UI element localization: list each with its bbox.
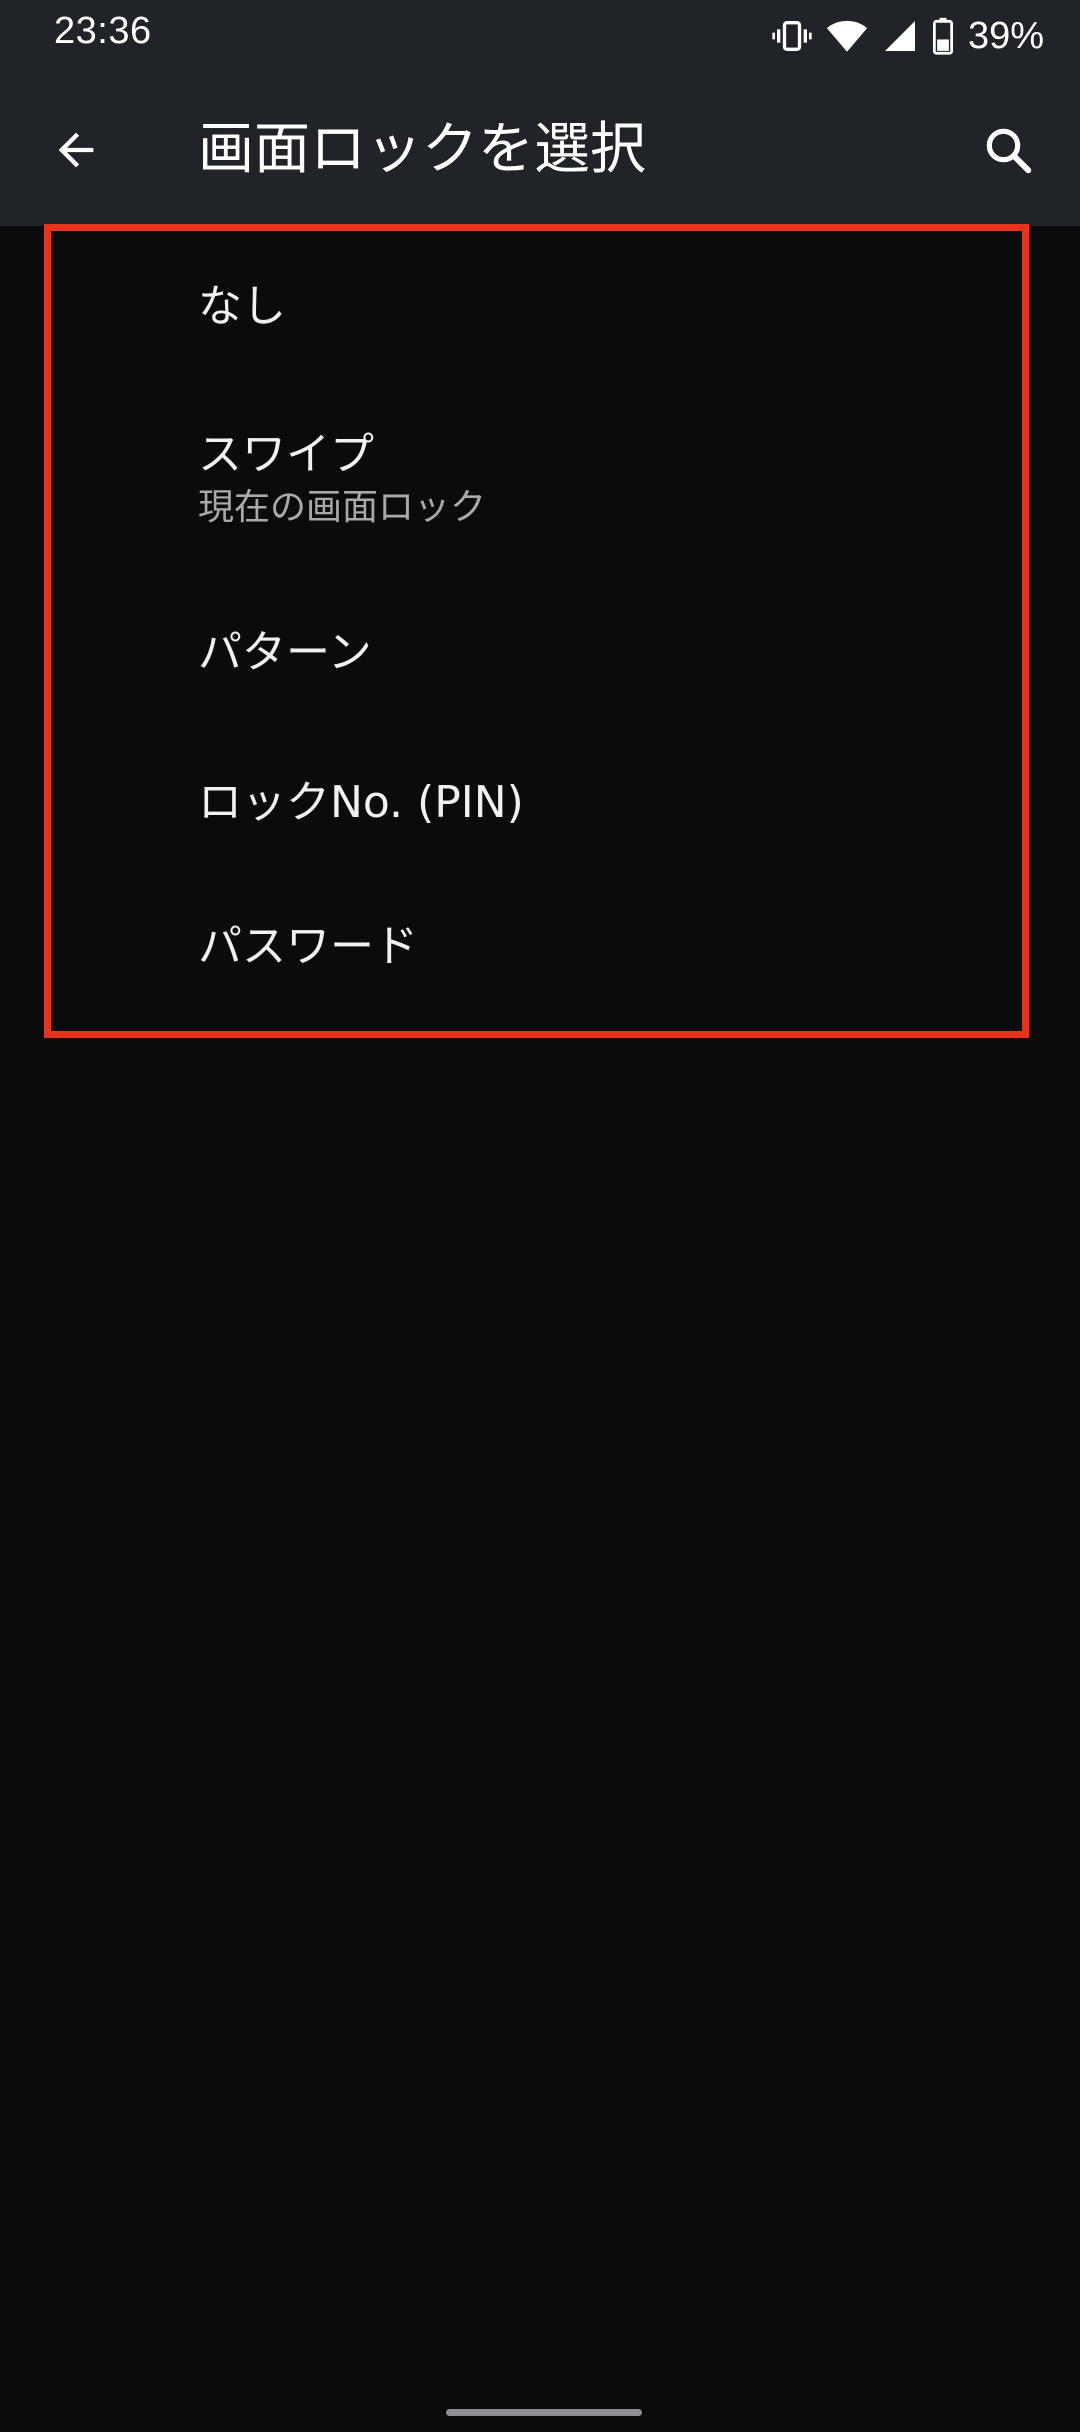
battery-icon xyxy=(932,17,954,55)
status-icons: 39% xyxy=(772,12,1044,60)
search-icon xyxy=(981,123,1035,181)
search-button[interactable] xyxy=(968,112,1048,192)
page-title: 画面ロックを選択 xyxy=(198,117,646,182)
app-bar: 画面ロックを選択 xyxy=(0,72,1080,226)
top-bar: 23:36 39% 画面ロックを選択 xyxy=(0,0,1080,226)
screen: 23:36 39% 画面ロックを選択 なし スワイプ 現在の画面ロック パターン… xyxy=(0,0,1080,2432)
status-bar: 23:36 39% xyxy=(0,0,1080,72)
signal-icon xyxy=(882,18,918,54)
status-time: 23:36 xyxy=(54,10,152,52)
wifi-icon xyxy=(826,16,868,56)
gesture-nav-handle[interactable] xyxy=(446,2409,642,2416)
vibrate-icon xyxy=(772,16,812,56)
back-arrow-icon xyxy=(50,124,102,180)
highlight-frame xyxy=(44,224,1029,1038)
back-button[interactable] xyxy=(36,112,116,192)
battery-percent: 39% xyxy=(967,14,1044,57)
